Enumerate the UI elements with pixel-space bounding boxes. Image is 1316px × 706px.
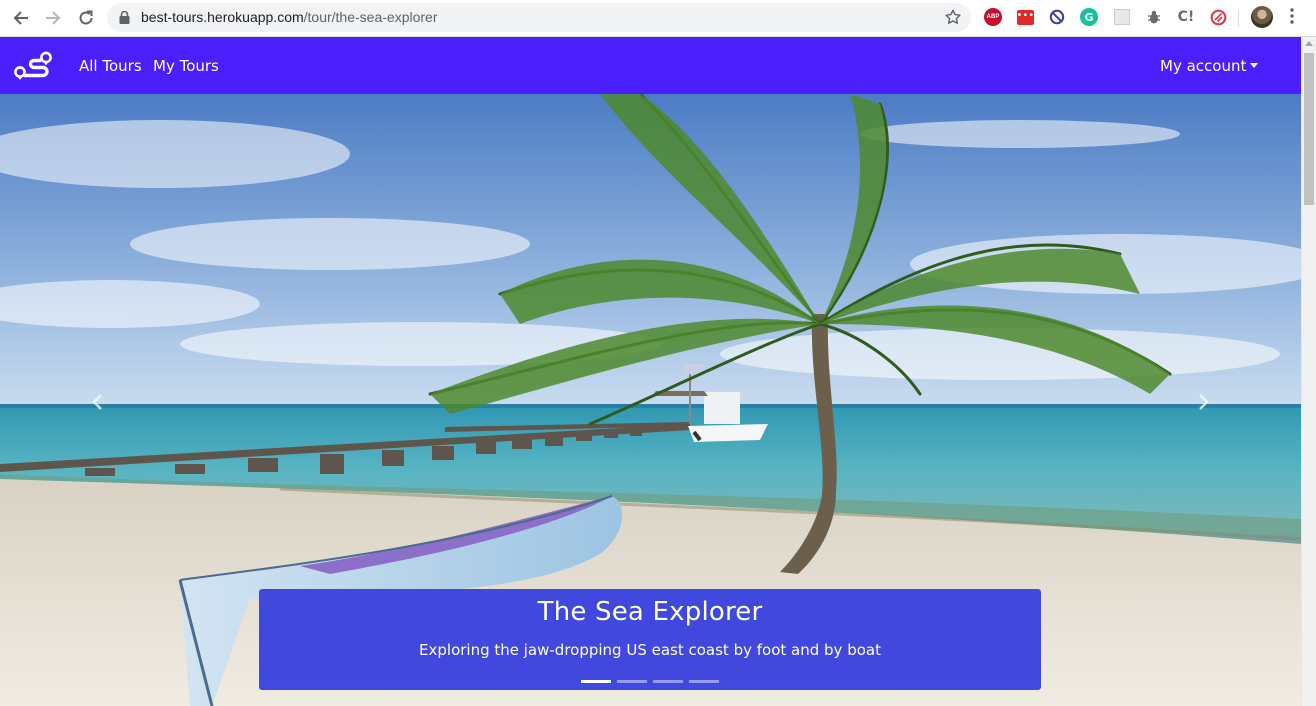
grid-extension-icon[interactable]	[1113, 8, 1131, 26]
tour-hero-carousel: The Sea Explorer Exploring the jaw-dropp…	[0, 94, 1301, 706]
profile-avatar[interactable]	[1251, 6, 1273, 28]
ring-extension-icon[interactable]	[1209, 8, 1227, 26]
caret-down-icon	[1250, 63, 1259, 68]
forward-arrow-icon	[46, 11, 61, 25]
url-path: /tour/the-sea-explorer	[303, 9, 438, 25]
tour-title: The Sea Explorer	[537, 597, 763, 627]
tour-subtitle: Exploring the jaw-dropping US east coast…	[419, 641, 881, 659]
brand-logo-icon[interactable]	[14, 51, 56, 81]
bug-icon	[1148, 10, 1160, 24]
adblock-extension-icon[interactable]: ABP	[984, 8, 1002, 26]
grammarly-extension-icon[interactable]: G	[1080, 8, 1098, 26]
reload-button[interactable]	[74, 7, 98, 29]
scrollbar-thumb[interactable]	[1304, 53, 1314, 205]
back-arrow-icon	[13, 11, 28, 25]
browser-toolbar: best-tours.herokuapp.com/tour/the-sea-ex…	[0, 0, 1316, 37]
carousel-prev-icon[interactable]	[88, 392, 108, 412]
reload-icon	[79, 10, 93, 25]
scroll-up-arrow-icon[interactable]	[1305, 41, 1313, 46]
ring-icon	[1210, 9, 1226, 25]
site-navbar: All Tours My Tours My account	[0, 37, 1301, 94]
my-account-dropdown[interactable]: My account	[1160, 57, 1259, 75]
browser-menu-icon[interactable]	[1290, 8, 1294, 24]
toolbar-separator	[1238, 9, 1239, 27]
lock-icon	[119, 11, 130, 24]
url-text: best-tours.herokuapp.com/tour/the-sea-ex…	[141, 9, 437, 25]
bug-extension-icon[interactable]	[1145, 8, 1163, 26]
carousel-caption: The Sea Explorer Exploring the jaw-dropp…	[259, 589, 1041, 690]
forward-button[interactable]	[41, 7, 65, 29]
dots-extension-icon[interactable]: •••	[1016, 8, 1034, 26]
c-extension-icon[interactable]: C!	[1177, 8, 1195, 26]
carousel-indicator-3[interactable]	[653, 680, 683, 683]
my-account-label: My account	[1160, 57, 1247, 75]
prohibited-icon	[1049, 9, 1065, 25]
carousel-indicator-2[interactable]	[617, 680, 647, 683]
carousel-indicators	[259, 680, 1041, 683]
address-bar[interactable]: best-tours.herokuapp.com/tour/the-sea-ex…	[107, 3, 971, 32]
carousel-next-icon[interactable]	[1193, 392, 1213, 412]
carousel-indicator-4[interactable]	[689, 680, 719, 683]
nav-link-all-tours[interactable]: All Tours	[79, 57, 142, 75]
page-scrollbar[interactable]	[1301, 37, 1316, 706]
block-extension-icon[interactable]	[1048, 8, 1066, 26]
bookmark-star-icon[interactable]	[945, 9, 961, 25]
url-domain: best-tours.herokuapp.com	[141, 9, 304, 25]
carousel-indicator-1[interactable]	[581, 680, 611, 683]
back-button[interactable]	[9, 7, 33, 29]
nav-link-my-tours[interactable]: My Tours	[153, 57, 219, 75]
